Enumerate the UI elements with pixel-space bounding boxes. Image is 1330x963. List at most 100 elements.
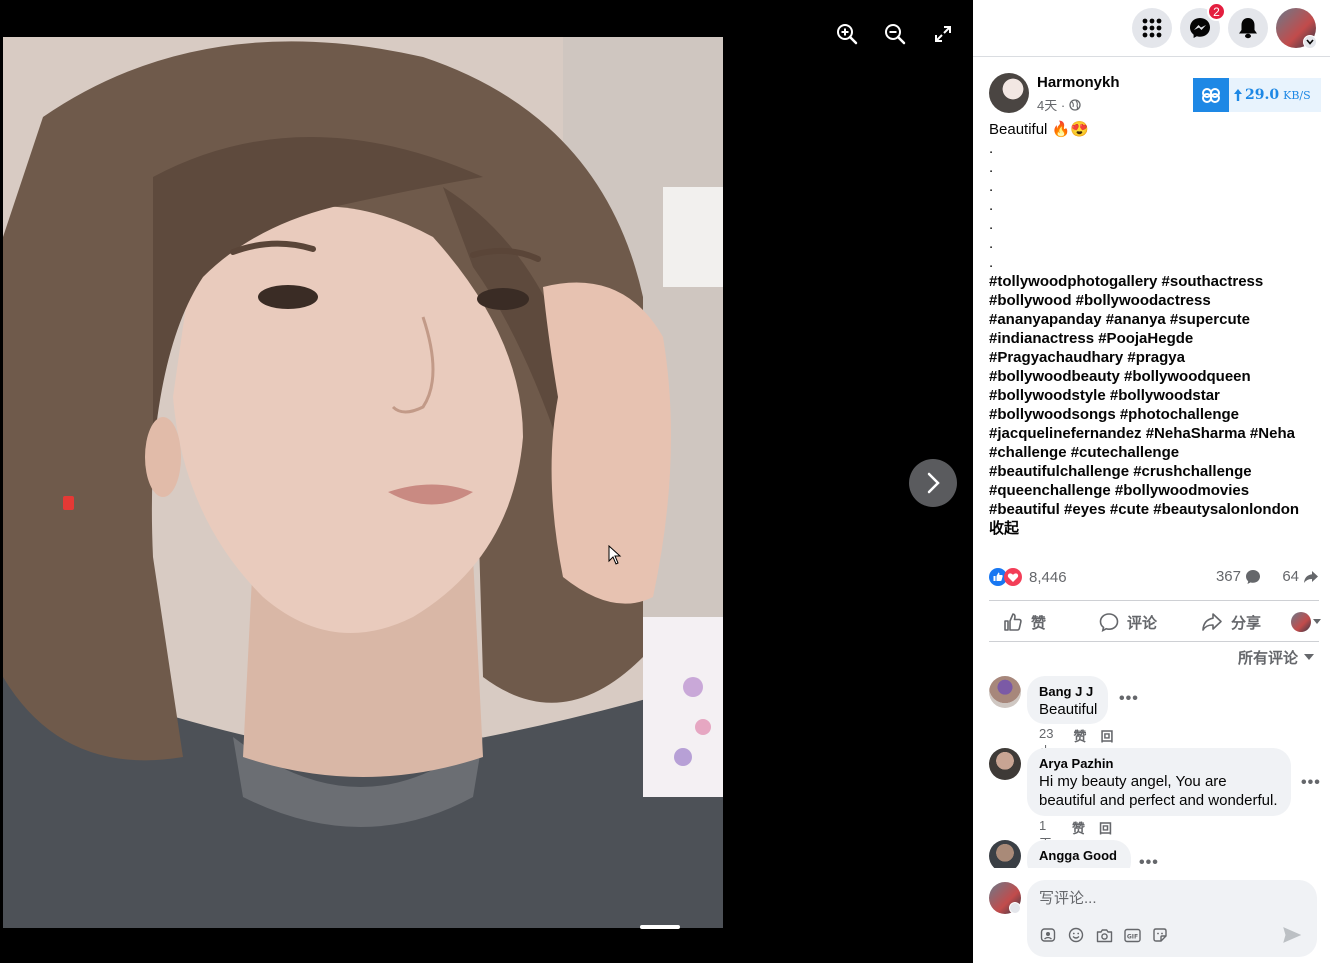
post-timestamp: 4天 ·: [1037, 95, 1081, 114]
network-speed-widget[interactable]: 29.0 KB/S: [1193, 78, 1321, 112]
like-button[interactable]: 赞: [1003, 609, 1046, 635]
comment-more-button[interactable]: •••: [1301, 774, 1321, 792]
zoom-out-button[interactable]: [881, 20, 909, 48]
post-actions: 赞 评论 分享: [989, 600, 1321, 642]
composer-avatar-chevron-icon[interactable]: [1009, 902, 1021, 914]
hashtag-line[interactable]: #ananyapanday #ananya #supercute: [989, 310, 1319, 329]
hashtag-line[interactable]: #beautiful #eyes #cute #beautysalonlondo…: [989, 500, 1319, 519]
comment-label: 评论: [1127, 614, 1158, 632]
hashtag-line[interactable]: #jacquelinefernandez #NehaSharma #Neha: [989, 424, 1319, 443]
mouse-cursor-icon: [608, 544, 622, 570]
send-icon: [1283, 927, 1301, 943]
commenter-name[interactable]: Angga Good: [1039, 848, 1119, 864]
commenter-avatar[interactable]: [989, 840, 1021, 868]
share-arrow-icon: [1304, 570, 1318, 583]
photo-viewer: [0, 0, 973, 963]
post-author-name[interactable]: Harmonykh: [1037, 74, 1120, 91]
photo-button[interactable]: [1095, 926, 1113, 944]
comment-more-button[interactable]: •••: [1139, 854, 1159, 868]
speed-unit: KB/S: [1283, 88, 1311, 102]
post-as-selector[interactable]: [1291, 609, 1321, 635]
share-button[interactable]: 分享: [1201, 609, 1261, 635]
comment-item: Angga Good •••: [989, 840, 1319, 868]
thumbs-up-icon: [1004, 613, 1022, 631]
hashtag-line[interactable]: #beautifulchallenge #crushchallenge: [989, 462, 1319, 481]
comment-input-box: GIF: [1027, 880, 1317, 957]
comment-more-button[interactable]: •••: [1119, 690, 1139, 708]
emoji-button[interactable]: [1067, 926, 1085, 944]
hashtag-line[interactable]: #tollywoodphotogallery #southactress: [989, 272, 1319, 291]
commenter-name[interactable]: Bang J J: [1039, 684, 1096, 700]
photo-illustration: [3, 37, 723, 928]
reaction-count: 8,446: [1029, 568, 1067, 586]
commenter-avatar[interactable]: [989, 676, 1021, 708]
post-hashtags: #tollywoodphotogallery #southactress #bol…: [989, 272, 1319, 519]
menu-button[interactable]: [1132, 8, 1172, 48]
scroll-indicator: [640, 925, 680, 929]
comment-bubble: Arya Pazhin Hi my beauty angel, You are …: [1027, 748, 1291, 816]
post-dot-line: .: [989, 216, 994, 233]
emoji-icon: [1068, 927, 1084, 943]
comment-text-line: Hi my beauty angel, You are: [1039, 773, 1227, 790]
share-count-group[interactable]: 64: [1282, 568, 1319, 585]
comment-bubble: Bang J J Beautiful: [1027, 676, 1108, 724]
reaction-count-group[interactable]: 8,446: [989, 568, 1067, 586]
reaction-summary: 8,446 367 64: [989, 568, 1319, 590]
commenter-name[interactable]: Arya Pazhin: [1039, 756, 1279, 772]
post-as-avatar: [1291, 612, 1311, 632]
hashtag-line[interactable]: #indianactress #PoojaHegde: [989, 329, 1319, 348]
sticker-icon: [1153, 928, 1167, 942]
post-time-text[interactable]: 4天 ·: [1037, 95, 1065, 114]
notifications-button[interactable]: [1228, 8, 1268, 48]
comment-sort-label: 所有评论: [1237, 650, 1298, 667]
messenger-icon: [1190, 18, 1210, 38]
account-menu-chevron-icon[interactable]: [1303, 35, 1317, 49]
hashtag-line[interactable]: #bollywoodsongs #photochallenge: [989, 405, 1319, 424]
hashtag-line[interactable]: #Pragyachaudhary #pragya: [989, 348, 1319, 367]
hashtag-line[interactable]: #queenchallenge #bollywoodmovies: [989, 481, 1319, 500]
hashtag-line[interactable]: #bollywoodstyle #bollywoodstar: [989, 386, 1319, 405]
comment-input[interactable]: [1039, 888, 1299, 908]
comment-text-line: beautiful and perfect and wonderful.: [1039, 792, 1278, 809]
hashtag-line[interactable]: #bollywoodbeauty #bollywoodqueen: [989, 367, 1319, 386]
comment-icon: [1099, 613, 1119, 632]
hashtag-line[interactable]: #bollywood #bollywoodactress: [989, 291, 1319, 310]
comment-count-group[interactable]: 367: [1216, 568, 1261, 585]
zoom-in-icon: [837, 24, 858, 45]
fullscreen-button[interactable]: [929, 20, 957, 48]
svg-text:GIF: GIF: [1126, 933, 1137, 940]
sticker-button[interactable]: [1151, 926, 1169, 944]
top-navigation: 2: [973, 0, 1330, 57]
messenger-button[interactable]: 2: [1180, 2, 1226, 48]
hashtag-line[interactable]: #challenge #cutechallenge: [989, 443, 1319, 462]
zoom-in-button[interactable]: [833, 20, 861, 48]
commenter-avatar[interactable]: [989, 748, 1021, 780]
upload-arrow-icon: [1234, 89, 1242, 101]
pdf-marker-icon[interactable]: [63, 496, 74, 510]
collapse-text-link[interactable]: 收起: [989, 519, 1319, 538]
zoom-out-icon: [885, 24, 906, 45]
share-label: 分享: [1231, 614, 1262, 632]
cloud-logo-icon: [1193, 78, 1229, 112]
comment-button[interactable]: 评论: [1099, 609, 1157, 635]
gif-button[interactable]: GIF: [1123, 926, 1141, 944]
comment-sort-dropdown[interactable]: 所有评论: [1238, 647, 1314, 668]
post-dot-line: .: [989, 235, 994, 252]
love-reaction-icon: [1004, 568, 1022, 586]
sticker-avatar-button[interactable]: [1039, 926, 1057, 944]
post-dot-line: .: [989, 159, 994, 176]
send-comment-button[interactable]: [1283, 926, 1301, 944]
speed-value: 29.0: [1245, 87, 1280, 103]
author-avatar[interactable]: [989, 73, 1029, 113]
next-photo-button[interactable]: [909, 459, 957, 507]
post-panel: 2 Harmonykh 4天 · 29.0 KB/S Beautiful 🔥😍 …: [973, 0, 1330, 963]
chevron-down-icon: [1313, 619, 1321, 624]
avatar-sticker-icon: [1040, 928, 1056, 942]
gif-icon: GIF: [1123, 928, 1141, 942]
like-label: 赞: [1031, 614, 1047, 632]
chevron-down-icon: [1304, 654, 1314, 660]
post-photo: [3, 37, 723, 928]
comment-composer: GIF: [973, 868, 1330, 963]
chevron-right-icon: [927, 472, 940, 494]
post-dots: .......: [989, 139, 1319, 272]
